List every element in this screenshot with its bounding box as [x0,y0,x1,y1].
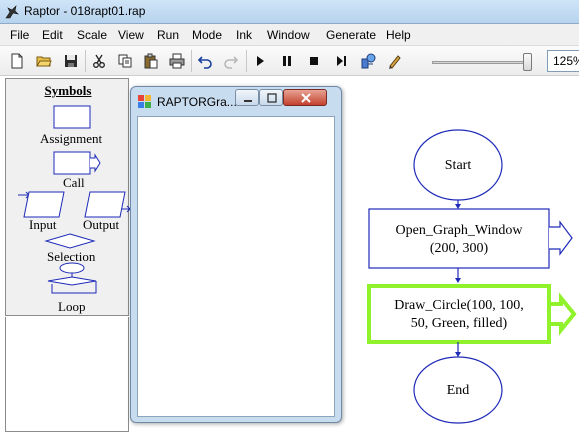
step1-line1: Open_Graph_Window [395,223,523,238]
close-icon [301,93,311,103]
maximize-button[interactable] [259,89,283,106]
end-label: End [446,383,470,398]
raptor-graph-window[interactable]: RAPTORGra... [130,86,342,423]
raptor-graph-window-icon [138,95,151,108]
minimize-button[interactable] [235,89,259,106]
step1-line2: (200, 300) [429,241,489,256]
step2-line1: Draw_Circle(100, 100, [394,298,524,313]
call-arrow-marker-selected [551,292,577,336]
step2-line2: 50, Green, filled) [410,316,508,331]
start-label: Start [444,158,472,173]
call-arrow-marker [549,220,573,256]
maximize-icon [267,93,277,103]
flow-arrowhead [455,204,461,209]
flow-arrowhead [455,278,461,283]
graph-drawing-canvas[interactable] [137,116,335,417]
minimize-icon [244,100,252,102]
graph-window-title: RAPTORGra... [157,95,237,109]
close-button[interactable] [283,89,327,106]
flow-arrowhead [455,352,461,357]
